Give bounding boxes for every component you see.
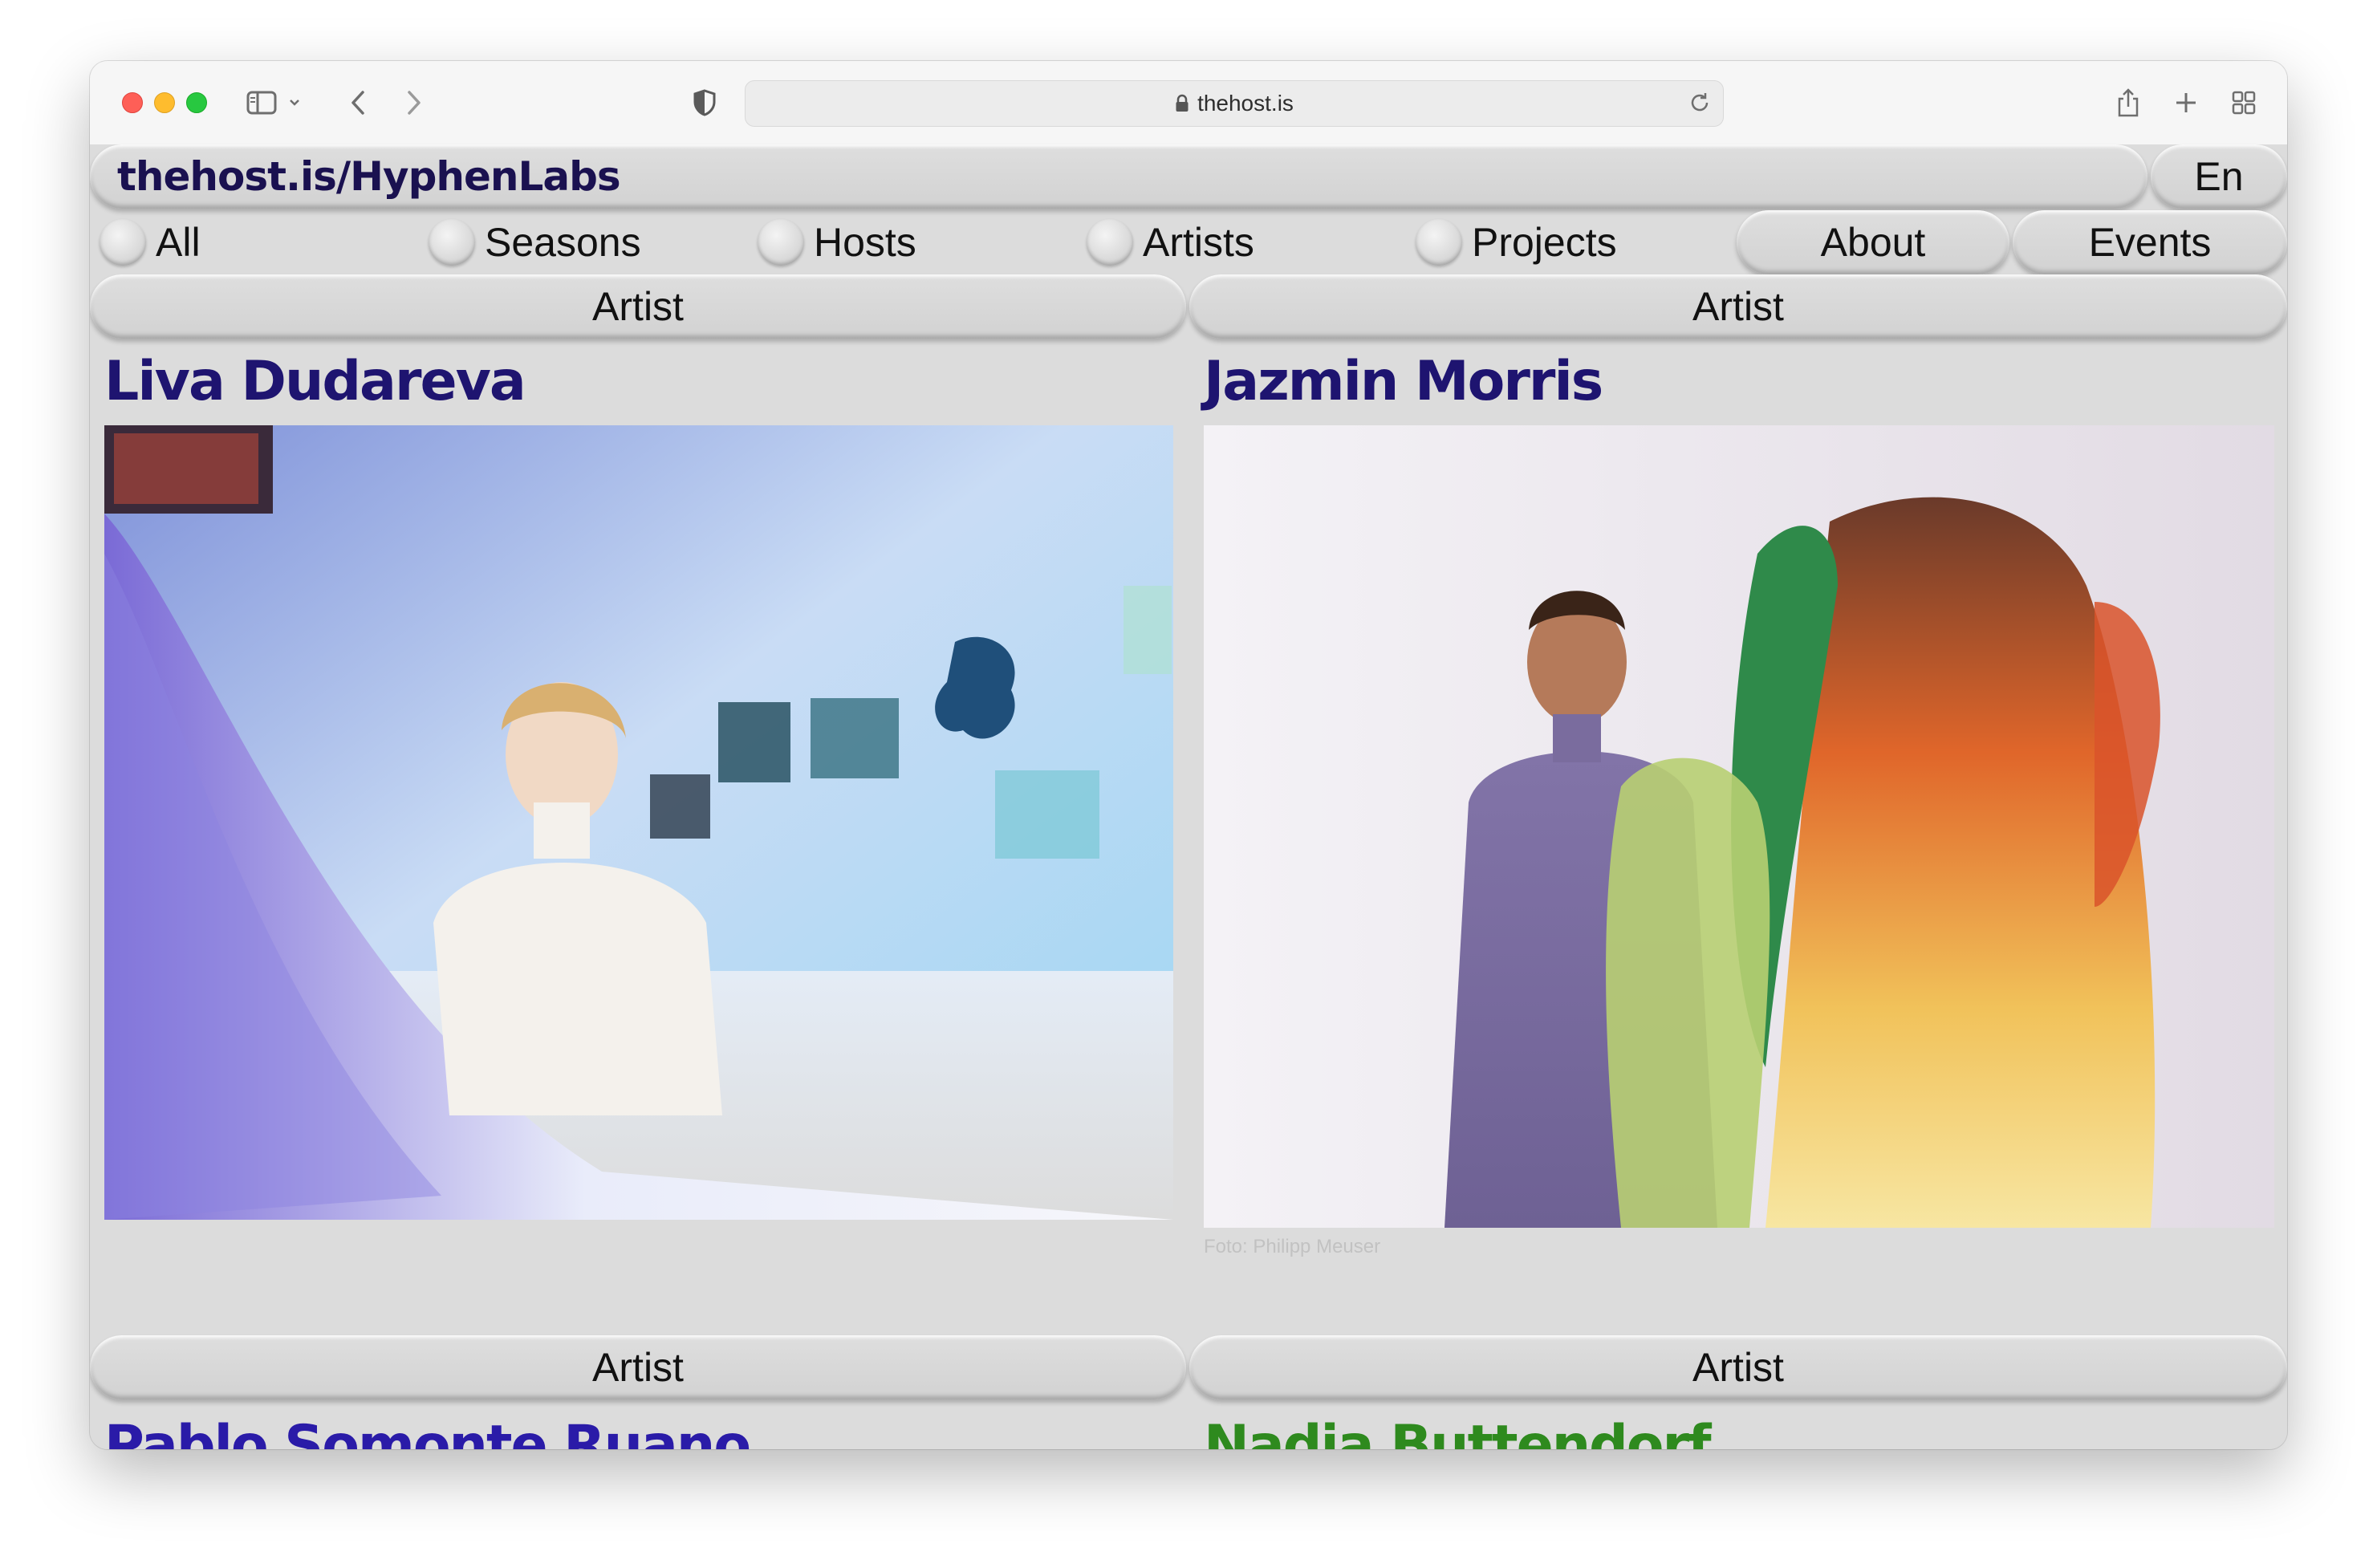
filter-seasons[interactable]: Seasons (419, 210, 748, 274)
share-icon[interactable] (2111, 80, 2146, 125)
radio-icon[interactable] (1416, 219, 1462, 266)
artist-photo[interactable] (104, 425, 1173, 1220)
radio-icon[interactable] (429, 219, 475, 266)
lock-icon (1175, 94, 1189, 113)
filter-hosts-label: Hosts (814, 220, 916, 265)
forward-arrow-icon[interactable] (398, 80, 430, 125)
browser-toolbar: thehost.is (90, 61, 2287, 146)
artist-name-link[interactable]: Liva Dudareva (104, 355, 526, 409)
tab-overview-icon[interactable] (2226, 80, 2261, 125)
artist-name-link[interactable]: Nadia Buttendorf (1204, 1419, 1712, 1450)
privacy-shield-icon[interactable] (689, 80, 721, 125)
back-arrow-icon[interactable] (342, 80, 374, 125)
filter-projects-label: Projects (1472, 220, 1617, 265)
address-url: thehost.is (1197, 91, 1294, 116)
reload-icon[interactable] (1688, 91, 1712, 115)
zoom-window-button[interactable] (186, 92, 207, 113)
card-category-pill[interactable]: Artist (90, 1335, 1186, 1399)
radio-icon[interactable] (758, 219, 804, 266)
filter-hosts[interactable]: Hosts (748, 210, 1077, 274)
filter-seasons-label: Seasons (485, 220, 641, 265)
filter-projects[interactable]: Projects (1406, 210, 1735, 274)
artist-name-link[interactable]: Pablo Somonte Ruano (104, 1419, 751, 1450)
radio-icon[interactable] (100, 219, 146, 266)
minimize-window-button[interactable] (154, 92, 175, 113)
new-tab-plus-icon[interactable] (2168, 80, 2204, 125)
photo-credit: Foto: Philipp Meuser (1204, 1236, 1381, 1257)
filter-artists-label: Artists (1143, 220, 1254, 265)
artist-photo[interactable] (1204, 425, 2274, 1228)
filter-all[interactable]: All (90, 210, 419, 274)
sidebar-toggle-icon[interactable] (244, 80, 279, 125)
address-bar[interactable]: thehost.is (745, 80, 1724, 127)
events-button[interactable]: Events (2013, 210, 2287, 274)
filter-artists[interactable]: Artists (1077, 210, 1406, 274)
site-content: thehost.is/HyphenLabs En All Seasons Hos… (90, 144, 2287, 1449)
artist-name-link[interactable]: Jazmin Morris (1204, 355, 1603, 409)
language-switch-button[interactable]: En (2151, 144, 2287, 209)
about-button[interactable]: About (1737, 210, 2009, 274)
radio-icon[interactable] (1087, 219, 1133, 266)
chevron-down-icon[interactable] (286, 80, 303, 125)
site-title-link[interactable]: thehost.is/HyphenLabs (90, 144, 2147, 209)
close-window-button[interactable] (122, 92, 143, 113)
filter-all-label: All (156, 220, 201, 265)
browser-window: thehost.is thehost.is/HyphenLabs En All … (90, 61, 2287, 1449)
card-category-pill[interactable]: Artist (90, 274, 1186, 339)
card-category-pill[interactable]: Artist (1189, 274, 2287, 339)
card-category-pill[interactable]: Artist (1189, 1335, 2287, 1399)
